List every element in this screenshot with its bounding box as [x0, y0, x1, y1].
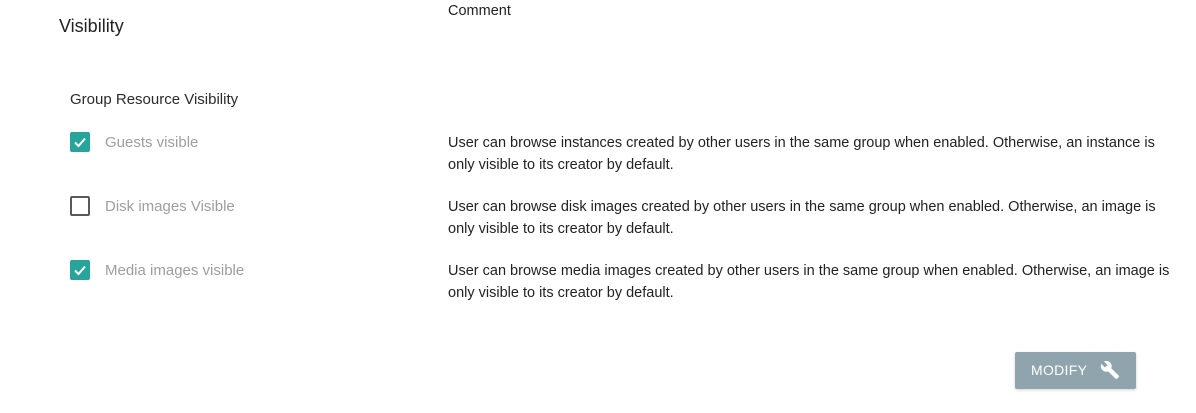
visibility-row-media-images: Media images visible User can browse med… [0, 260, 1196, 310]
visibility-row-guests: Guests visible User can browse instances… [0, 132, 1196, 182]
section-title: Visibility [59, 16, 124, 36]
modify-button[interactable]: MODIFY [1015, 352, 1136, 389]
disk-images-visible-comment: User can browse disk images created by o… [448, 199, 1156, 237]
media-images-visible-checkbox[interactable] [70, 260, 90, 280]
checkmark-icon [74, 265, 86, 276]
media-images-visible-comment: User can browse media images created by … [448, 263, 1170, 301]
guests-visible-label[interactable]: Guests visible [105, 134, 198, 151]
disk-images-visible-label[interactable]: Disk images Visible [105, 198, 235, 215]
guests-visible-checkbox[interactable] [70, 132, 90, 152]
disk-images-visible-checkbox[interactable] [70, 196, 90, 216]
checkmark-icon [74, 137, 86, 148]
visibility-row-disk-images: Disk images Visible User can browse disk… [0, 196, 1196, 246]
column-header-group-visibility: Group Resource Visibility [70, 91, 239, 108]
guests-visible-comment: User can browse instances created by oth… [448, 135, 1155, 173]
media-images-visible-label[interactable]: Media images visible [105, 262, 244, 279]
modify-button-label: MODIFY [1031, 362, 1088, 378]
column-header-comment: Comment [448, 3, 511, 19]
wrench-icon [1100, 360, 1120, 380]
